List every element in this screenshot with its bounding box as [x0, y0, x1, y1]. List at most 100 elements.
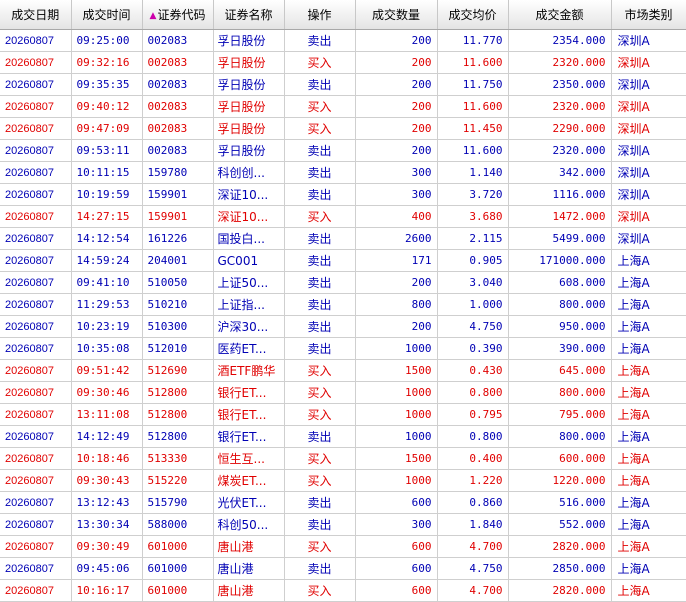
column-header-quantity[interactable]: 成交数量: [355, 0, 438, 30]
cell-code: 515220: [142, 469, 214, 492]
cell-amount: 800.000: [508, 293, 612, 316]
cell-price: 0.400: [437, 447, 509, 470]
column-header-market[interactable]: 市场类别: [611, 0, 686, 30]
table-row[interactable]: 20260807 09:47:09 002083 孚日股份 买入 200 11.450 229…: [0, 117, 686, 140]
column-header-time[interactable]: 成交时间: [71, 0, 143, 30]
cell-quantity: 2600: [355, 227, 438, 250]
cell-action: 卖出: [284, 183, 356, 206]
table-row[interactable]: 20260807 09:30:43 515220 煤炭ET... 买入 1000 1.220…: [0, 469, 686, 492]
cell-market: 上海A: [611, 337, 686, 360]
cell-quantity: 200: [355, 51, 438, 74]
cell-code: 515790: [142, 491, 214, 514]
table-row[interactable]: 20260807 09:45:06 601000 唐山港 卖出 600 4.750 2850.…: [0, 557, 686, 580]
cell-code: 588000: [142, 513, 214, 536]
table-row[interactable]: 20260807 09:25:00 002083 孚日股份 卖出 200 11.770 235…: [0, 29, 686, 52]
table-row[interactable]: 20260807 13:12:43 515790 光伏ET... 卖出 600 0.860 5…: [0, 491, 686, 514]
cell-name: 上证50...: [213, 271, 285, 294]
cell-market: 深圳A: [611, 29, 686, 52]
table-row[interactable]: 20260807 09:32:16 002083 孚日股份 买入 200 11.600 232…: [0, 51, 686, 74]
cell-date: 20260807: [0, 491, 72, 514]
table-row[interactable]: 20260807 09:53:11 002083 孚日股份 卖出 200 11.600 232…: [0, 139, 686, 162]
cell-date: 20260807: [0, 447, 72, 470]
cell-name: 煤炭ET...: [213, 469, 285, 492]
column-header-price[interactable]: 成交均价: [437, 0, 509, 30]
cell-action: 买入: [284, 359, 356, 382]
table-row[interactable]: 20260807 09:51:42 512690 酒ETF鹏华 买入 1500 0.430 6…: [0, 359, 686, 382]
table-row[interactable]: 20260807 14:59:24 204001 GC001 卖出 171 0.905 171…: [0, 249, 686, 272]
table-body: 20260807 09:25:00 002083 孚日股份 卖出 200 11.770 235…: [0, 29, 686, 602]
cell-time: 09:30:46: [71, 381, 143, 404]
cell-price: 1.000: [437, 293, 509, 316]
cell-code: 510050: [142, 271, 214, 294]
table-row[interactable]: 20260807 09:40:12 002083 孚日股份 买入 200 11.600 232…: [0, 95, 686, 118]
cell-code: 204001: [142, 249, 214, 272]
cell-date: 20260807: [0, 139, 72, 162]
table-row[interactable]: 20260807 10:19:59 159901 深证10... 卖出 300 3.720 1…: [0, 183, 686, 206]
column-header-code[interactable]: ▲证券代码: [142, 0, 214, 30]
table-row[interactable]: 20260807 10:35:08 512010 医药ET... 卖出 1000 0.390…: [0, 337, 686, 360]
cell-price: 4.750: [437, 315, 509, 338]
cell-quantity: 400: [355, 205, 438, 228]
table-row[interactable]: 20260807 09:35:35 002083 孚日股份 卖出 200 11.750 235…: [0, 73, 686, 96]
cell-quantity: 1500: [355, 447, 438, 470]
cell-market: 上海A: [611, 381, 686, 404]
cell-amount: 342.000: [508, 161, 612, 184]
cell-date: 20260807: [0, 359, 72, 382]
cell-action: 买入: [284, 447, 356, 470]
table-row[interactable]: 20260807 10:23:19 510300 沪深30... 卖出 200 4.750 9…: [0, 315, 686, 338]
table-row[interactable]: 20260807 10:18:46 513330 恒生互... 买入 1500 0.400 6…: [0, 447, 686, 470]
cell-market: 深圳A: [611, 227, 686, 250]
table-row[interactable]: 20260807 14:27:15 159901 深证10... 买入 400 3.680 1…: [0, 205, 686, 228]
cell-date: 20260807: [0, 579, 72, 602]
cell-code: 601000: [142, 557, 214, 580]
column-header-action[interactable]: 操作: [284, 0, 356, 30]
table-row[interactable]: 20260807 11:29:53 510210 上证指... 卖出 800 1.000 80…: [0, 293, 686, 316]
table-row[interactable]: 20260807 10:11:15 159780 科创创... 卖出 300 1.140 34…: [0, 161, 686, 184]
cell-market: 上海A: [611, 579, 686, 602]
cell-price: 4.700: [437, 535, 509, 558]
cell-quantity: 200: [355, 139, 438, 162]
column-header-code-label: 证券代码: [157, 8, 206, 22]
table-row[interactable]: 20260807 09:41:10 510050 上证50... 卖出 200 3.040 6…: [0, 271, 686, 294]
cell-price: 1.220: [437, 469, 509, 492]
table-row[interactable]: 20260807 13:30:34 588000 科创50... 卖出 300 1.840 5…: [0, 513, 686, 536]
cell-time: 13:12:43: [71, 491, 143, 514]
cell-amount: 950.000: [508, 315, 612, 338]
table-row[interactable]: 20260807 10:16:17 601000 唐山港 买入 600 4.700 2820.…: [0, 579, 686, 602]
cell-action: 卖出: [284, 73, 356, 96]
cell-quantity: 200: [355, 73, 438, 96]
table-row[interactable]: 20260807 13:11:08 512800 银行ET... 买入 1000 0.795…: [0, 403, 686, 426]
cell-name: 酒ETF鹏华: [213, 359, 285, 382]
cell-time: 09:25:00: [71, 29, 143, 52]
cell-name: 沪深30...: [213, 315, 285, 338]
column-header-amount[interactable]: 成交金额: [508, 0, 612, 30]
cell-date: 20260807: [0, 95, 72, 118]
cell-time: 09:45:06: [71, 557, 143, 580]
cell-time: 09:47:09: [71, 117, 143, 140]
cell-market: 上海A: [611, 469, 686, 492]
table-row[interactable]: 20260807 14:12:49 512800 银行ET... 卖出 1000 0.800…: [0, 425, 686, 448]
cell-price: 2.115: [437, 227, 509, 250]
cell-amount: 2320.000: [508, 139, 612, 162]
cell-time: 10:23:19: [71, 315, 143, 338]
cell-quantity: 200: [355, 95, 438, 118]
table-row[interactable]: 20260807 09:30:46 512800 银行ET... 买入 1000 0.800…: [0, 381, 686, 404]
cell-time: 09:30:43: [71, 469, 143, 492]
cell-name: 银行ET...: [213, 425, 285, 448]
cell-quantity: 300: [355, 161, 438, 184]
cell-price: 0.905: [437, 249, 509, 272]
cell-price: 0.860: [437, 491, 509, 514]
cell-market: 深圳A: [611, 117, 686, 140]
column-header-date[interactable]: 成交日期: [0, 0, 72, 30]
cell-amount: 2320.000: [508, 95, 612, 118]
column-header-name[interactable]: 证券名称: [213, 0, 285, 30]
cell-action: 买入: [284, 535, 356, 558]
cell-action: 买入: [284, 205, 356, 228]
cell-name: 恒生互...: [213, 447, 285, 470]
table-row[interactable]: 20260807 14:12:54 161226 国投白... 卖出 2600 2.115 5…: [0, 227, 686, 250]
table-row[interactable]: 20260807 09:30:49 601000 唐山港 买入 600 4.700 2820.…: [0, 535, 686, 558]
cell-time: 14:59:24: [71, 249, 143, 272]
cell-date: 20260807: [0, 315, 72, 338]
cell-action: 卖出: [284, 161, 356, 184]
cell-time: 09:53:11: [71, 139, 143, 162]
